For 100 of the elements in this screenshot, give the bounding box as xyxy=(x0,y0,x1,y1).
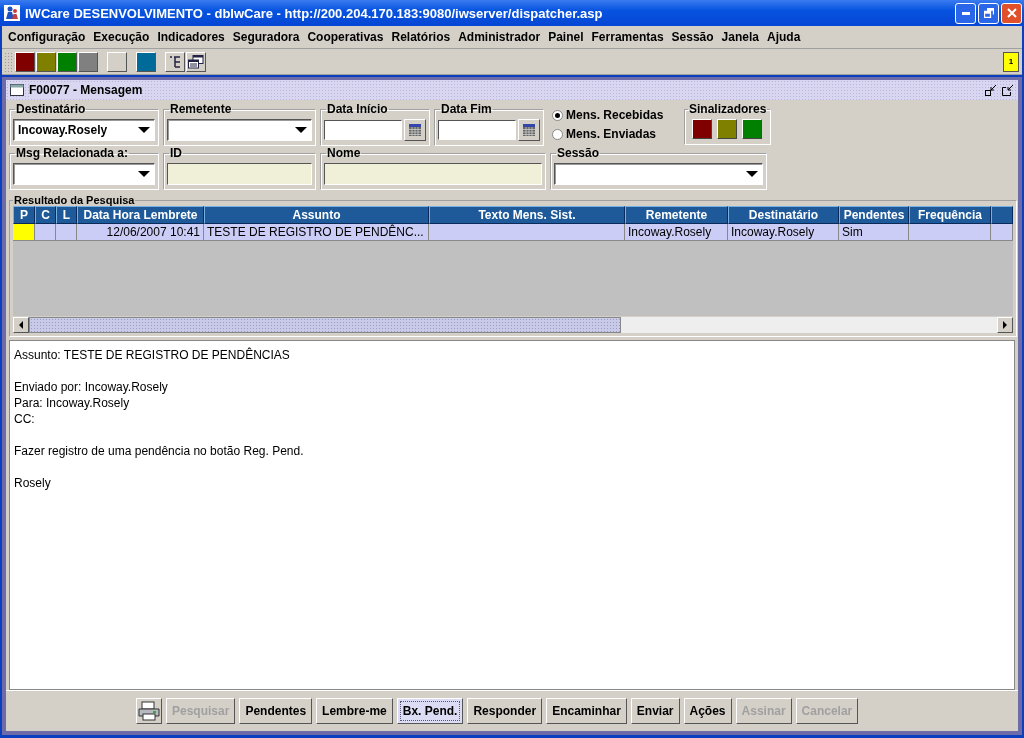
restore-icon xyxy=(983,8,994,18)
calendar-button[interactable] xyxy=(404,119,426,141)
printer-button[interactable] xyxy=(136,698,162,724)
color-swatch-button[interactable] xyxy=(136,51,156,72)
flag-button[interactable] xyxy=(692,119,712,139)
action-button[interactable]: Lembre-me xyxy=(316,698,393,724)
table-cell: Sim xyxy=(839,224,909,241)
message-line: Rosely xyxy=(14,475,52,491)
menu-item[interactable]: Execução xyxy=(89,30,154,44)
cascade-windows-button[interactable] xyxy=(186,51,206,72)
column-header[interactable]: Remetente xyxy=(625,206,728,224)
message-line: CC: xyxy=(14,411,36,427)
column-header[interactable]: Assunto xyxy=(204,206,429,224)
scroll-right-icon[interactable] xyxy=(997,317,1013,333)
name-field[interactable] xyxy=(324,163,542,185)
menu-item[interactable]: Janela xyxy=(717,30,763,44)
menu-item[interactable]: Ajuda xyxy=(762,30,805,44)
table-cell: 12/06/2007 10:41 xyxy=(77,224,204,241)
column-header[interactable]: P xyxy=(13,206,35,224)
color-swatch-button[interactable] xyxy=(78,51,98,72)
column-header[interactable]: Texto Mens. Sist. xyxy=(429,206,625,224)
tree-icon xyxy=(168,54,182,69)
action-button[interactable]: Bx. Pend. xyxy=(396,698,464,724)
restore-button[interactable] xyxy=(978,2,999,24)
minimize-icon xyxy=(961,11,970,15)
group-title: Sessão xyxy=(556,146,601,160)
menu-item[interactable]: Painel xyxy=(544,30,588,44)
group-title: Data Início xyxy=(326,102,389,116)
radio-option[interactable]: Mens. Enviadas xyxy=(552,127,676,141)
column-header[interactable]: L xyxy=(56,206,77,224)
message-line: Para: Incoway.Rosely xyxy=(14,395,131,411)
horizontal-scrollbar[interactable] xyxy=(13,317,1013,333)
frame-title: F00077 - Mensagem xyxy=(29,83,143,97)
id-field[interactable] xyxy=(167,163,312,185)
toolbar-grip xyxy=(4,51,12,72)
window-title: IWCare DESENVOLVIMENTO - dbIwCare - http://200.204.170.183:9080/iwserver/dispatcher.asp xyxy=(25,5,604,21)
action-button[interactable]: Responder xyxy=(467,698,543,724)
column-header[interactable] xyxy=(991,206,1013,224)
table-cell: Incoway.Rosely xyxy=(625,224,728,241)
group-title: Remetente xyxy=(169,102,233,116)
color-swatch-button[interactable] xyxy=(107,51,127,72)
menu-item[interactable]: Ferramentas xyxy=(587,30,668,44)
calendar-icon xyxy=(409,124,421,136)
action-button[interactable]: Enviar xyxy=(630,698,680,724)
dropdown[interactable]: Incoway.Rosely xyxy=(13,119,155,141)
column-header[interactable]: Data Hora Lembrete xyxy=(77,206,204,224)
close-icon xyxy=(1006,8,1017,18)
column-header[interactable]: C xyxy=(35,206,56,224)
printer-icon xyxy=(138,701,160,721)
scroll-left-icon[interactable] xyxy=(13,317,29,333)
notification-badge[interactable]: 1 xyxy=(1003,51,1019,72)
table-cell: Incoway.Rosely xyxy=(728,224,839,241)
caret-icon xyxy=(746,171,758,177)
calendar-icon xyxy=(523,124,535,136)
menu-item[interactable]: Cooperativas xyxy=(303,30,388,44)
calendar-button[interactable] xyxy=(518,119,540,141)
table-cell: TESTE DE REGISTRO DE PENDÊNC... xyxy=(204,224,429,241)
minimize-icon[interactable] xyxy=(985,84,997,96)
dropdown-value: Incoway.Rosely xyxy=(18,123,109,137)
group-title: ID xyxy=(169,146,183,160)
menu-item[interactable]: Administrador xyxy=(454,30,545,44)
dropdown[interactable] xyxy=(13,163,155,185)
dropdown[interactable] xyxy=(554,163,763,185)
menu-item[interactable]: Indicadores xyxy=(153,30,229,44)
message-text-area[interactable]: Assunto: TESTE DE REGISTRO DE PENDÊNCIAS Enviado por: Incoway.Rosely Para: Incoway.Rosely CC: Fazer registro de uma pendência no botão Reg. Pend. Rosely xyxy=(9,340,1015,690)
column-header[interactable]: Destinatário xyxy=(728,206,839,224)
flag-button[interactable] xyxy=(717,119,737,139)
close-button[interactable] xyxy=(1001,2,1022,24)
menu-item[interactable]: Sessão xyxy=(667,30,718,44)
color-swatch-button[interactable] xyxy=(36,51,56,72)
minimize-button[interactable] xyxy=(955,2,976,24)
column-header[interactable]: Frequência xyxy=(909,206,991,224)
color-swatch-button[interactable] xyxy=(15,51,35,72)
flag-button[interactable] xyxy=(742,119,762,139)
caret-icon xyxy=(295,127,307,133)
date-field[interactable] xyxy=(438,120,516,140)
radio-option[interactable]: Mens. Recebidas xyxy=(552,108,676,122)
tree-view-button[interactable] xyxy=(165,51,185,72)
color-swatch-button[interactable] xyxy=(57,51,77,72)
menu-item[interactable]: Seguradora xyxy=(228,30,304,44)
message-line: Fazer registro de uma pendência no botão Reg. Pend. xyxy=(14,443,305,459)
window-icon xyxy=(10,84,24,96)
message-line: Assunto: TESTE DE REGISTRO DE PENDÊNCIAS xyxy=(14,347,291,363)
column-header[interactable]: Pendentes xyxy=(839,206,909,224)
action-button[interactable]: Encaminhar xyxy=(546,698,627,724)
dropdown[interactable] xyxy=(167,119,312,141)
group-title: Data Fim xyxy=(440,102,493,116)
action-button[interactable]: Pendentes xyxy=(239,698,313,724)
maximize-icon[interactable] xyxy=(1002,84,1014,96)
menu-item[interactable]: Relatórios xyxy=(387,30,455,44)
group-title: Nome xyxy=(326,146,362,160)
caret-icon xyxy=(138,127,150,133)
group-title: Msg Relacionada a: xyxy=(15,146,130,160)
group-title: Destinatário xyxy=(15,102,87,116)
table-row[interactable]: 12/06/2007 10:41 TESTE DE REGISTRO DE PENDÊNC... Incoway.Rosely Incoway.Rosely Sim xyxy=(13,224,1013,241)
menu-item[interactable]: Configuração xyxy=(4,30,90,44)
action-button[interactable]: Ações xyxy=(683,698,732,724)
date-field[interactable] xyxy=(324,120,402,140)
windows-icon xyxy=(188,54,204,69)
caret-icon xyxy=(138,171,150,177)
